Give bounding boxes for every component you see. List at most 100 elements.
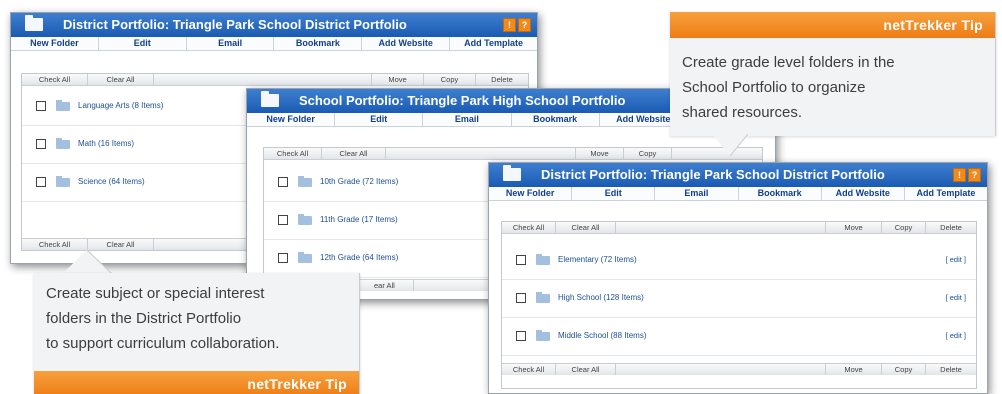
list-toolbar-top: Check All Clear All Move Copy Delete [22, 74, 528, 86]
tip-line: folders in the District Portfolio [46, 310, 242, 327]
move-button[interactable]: Move [372, 74, 424, 85]
help-icon[interactable]: ? [968, 168, 981, 182]
window-title: School Portfolio: Triangle Park High Sch… [299, 93, 626, 108]
edit-button[interactable]: Edit [99, 37, 187, 50]
list-toolbar-top: Check All Clear All Move Copy Delete [502, 222, 976, 234]
folder-name-link[interactable]: 10th Grade (72 Items) [320, 177, 398, 186]
delete-button[interactable]: Delete [476, 74, 528, 85]
folder-icon [536, 254, 550, 265]
row-checkbox[interactable] [516, 331, 526, 341]
row-checkbox[interactable] [278, 177, 288, 187]
copy-button[interactable]: Copy [624, 148, 672, 159]
window-titlebar: District Portfolio: Triangle Park School… [11, 13, 537, 37]
check-all-button[interactable]: Check All [502, 222, 556, 233]
move-button[interactable]: Move [826, 222, 882, 233]
copy-button[interactable]: Copy [882, 222, 926, 233]
folder-list-panel: Check All Clear All Move Copy Delete Ele… [501, 221, 977, 389]
email-button[interactable]: Email [187, 37, 275, 50]
add-template-button[interactable]: Add Template [905, 187, 987, 200]
bookmark-button[interactable]: Bookmark [739, 187, 822, 200]
folder-icon [261, 91, 279, 107]
portfolio-menubar: New Folder Edit Email Bookmark Add Websi… [11, 37, 537, 51]
check-all-button[interactable]: Check All [22, 239, 88, 250]
nettrekker-tip-school-portfolio: netTrekker Tip Create grade level folder… [670, 12, 996, 136]
add-website-button[interactable]: Add Website [822, 187, 905, 200]
copy-button[interactable]: Copy [424, 74, 476, 85]
check-all-button[interactable]: Check All [264, 148, 322, 159]
new-folder-button[interactable]: New Folder [11, 37, 99, 50]
new-folder-button[interactable]: New Folder [489, 187, 573, 200]
tip-pointer-arrow [712, 134, 748, 156]
move-button[interactable]: Move [576, 148, 624, 159]
list-toolbar-bottom: Check All Clear All Move Copy Delete [502, 363, 976, 375]
folder-name-link[interactable]: Middle School (88 Items) [558, 331, 646, 340]
row-checkbox[interactable] [278, 253, 288, 263]
tip-line: Create grade level folders in the [682, 54, 895, 71]
row-checkbox[interactable] [36, 177, 46, 187]
folder-name-link[interactable]: 11th Grade (17 Items) [320, 215, 398, 224]
folder-row[interactable]: High School (128 Items) [ edit ] [502, 280, 976, 318]
portfolio-menubar: New Folder Edit Email Bookmark Add Websi… [489, 187, 987, 201]
delete-button[interactable]: Delete [926, 222, 976, 233]
edit-button[interactable]: Edit [335, 113, 424, 126]
folder-icon [503, 165, 521, 181]
folder-icon [298, 214, 312, 225]
edit-button[interactable]: Edit [572, 187, 656, 200]
check-all-button[interactable]: Check All [502, 364, 556, 375]
add-website-button[interactable]: Add Website [362, 37, 451, 50]
folder-name-link[interactable]: 12th Grade (64 Items) [320, 253, 398, 262]
tip-pointer-arrow [62, 250, 112, 274]
folder-row[interactable]: Elementary (72 Items) [ edit ] [502, 242, 976, 280]
info-icon[interactable]: ! [503, 18, 516, 32]
folder-name-link[interactable]: Math (16 Items) [78, 139, 134, 148]
window-title: District Portfolio: Triangle Park School… [63, 17, 407, 32]
folder-icon [56, 100, 70, 111]
edit-link[interactable]: [ edit ] [946, 293, 966, 302]
tip-body: Create grade level folders in the School… [682, 50, 895, 125]
tip-line: shared resources. [682, 104, 803, 121]
edit-link[interactable]: [ edit ] [946, 331, 966, 340]
clear-all-button[interactable]: Clear All [88, 74, 154, 85]
folder-name-link[interactable]: Language Arts (8 Items) [78, 101, 163, 110]
row-checkbox[interactable] [36, 101, 46, 111]
folder-icon [536, 292, 550, 303]
tip-body: Create subject or special interest folde… [46, 281, 279, 356]
new-folder-button[interactable]: New Folder [247, 113, 336, 126]
folder-name-link[interactable]: Elementary (72 Items) [558, 255, 637, 264]
info-icon[interactable]: ! [953, 168, 966, 182]
email-button[interactable]: Email [655, 187, 739, 200]
add-template-button[interactable]: Add Template [450, 37, 537, 50]
folder-icon [298, 252, 312, 263]
move-button[interactable]: Move [826, 364, 882, 375]
row-checkbox[interactable] [516, 293, 526, 303]
clear-all-button[interactable]: Clear All [556, 364, 616, 375]
tip-header: netTrekker Tip [670, 12, 995, 38]
folder-row[interactable]: Middle School (88 Items) [ edit ] [502, 318, 976, 356]
tip-header: netTrekker Tip [34, 371, 359, 394]
clear-all-button[interactable]: ear All [374, 280, 414, 291]
bookmark-button[interactable]: Bookmark [512, 113, 600, 126]
folder-icon [298, 176, 312, 187]
row-checkbox[interactable] [278, 215, 288, 225]
help-icon[interactable]: ? [518, 18, 531, 32]
check-all-button[interactable]: Check All [22, 74, 88, 85]
row-checkbox[interactable] [516, 255, 526, 265]
folder-name-link[interactable]: High School (128 Items) [558, 293, 644, 302]
clear-all-button[interactable]: Clear All [322, 148, 386, 159]
bookmark-button[interactable]: Bookmark [274, 37, 363, 50]
delete-button[interactable]: Delete [926, 364, 976, 375]
folder-name-link[interactable]: Science (64 Items) [78, 177, 145, 186]
edit-link[interactable]: [ edit ] [946, 255, 966, 264]
folder-icon [56, 138, 70, 149]
copy-button[interactable]: Copy [882, 364, 926, 375]
list-toolbar-top: Check All Clear All Move Copy [264, 148, 762, 160]
clear-all-button[interactable]: Clear All [556, 222, 616, 233]
district-portfolio-window-front: District Portfolio: Triangle Park School… [488, 162, 988, 394]
clear-all-button[interactable]: Clear All [88, 239, 154, 250]
row-checkbox[interactable] [36, 139, 46, 149]
email-button[interactable]: Email [423, 113, 512, 126]
folder-icon [56, 176, 70, 187]
tip-line: Create subject or special interest [46, 285, 265, 302]
window-titlebar: District Portfolio: Triangle Park School… [489, 163, 987, 187]
tip-line: School Portfolio to organize [682, 79, 866, 96]
